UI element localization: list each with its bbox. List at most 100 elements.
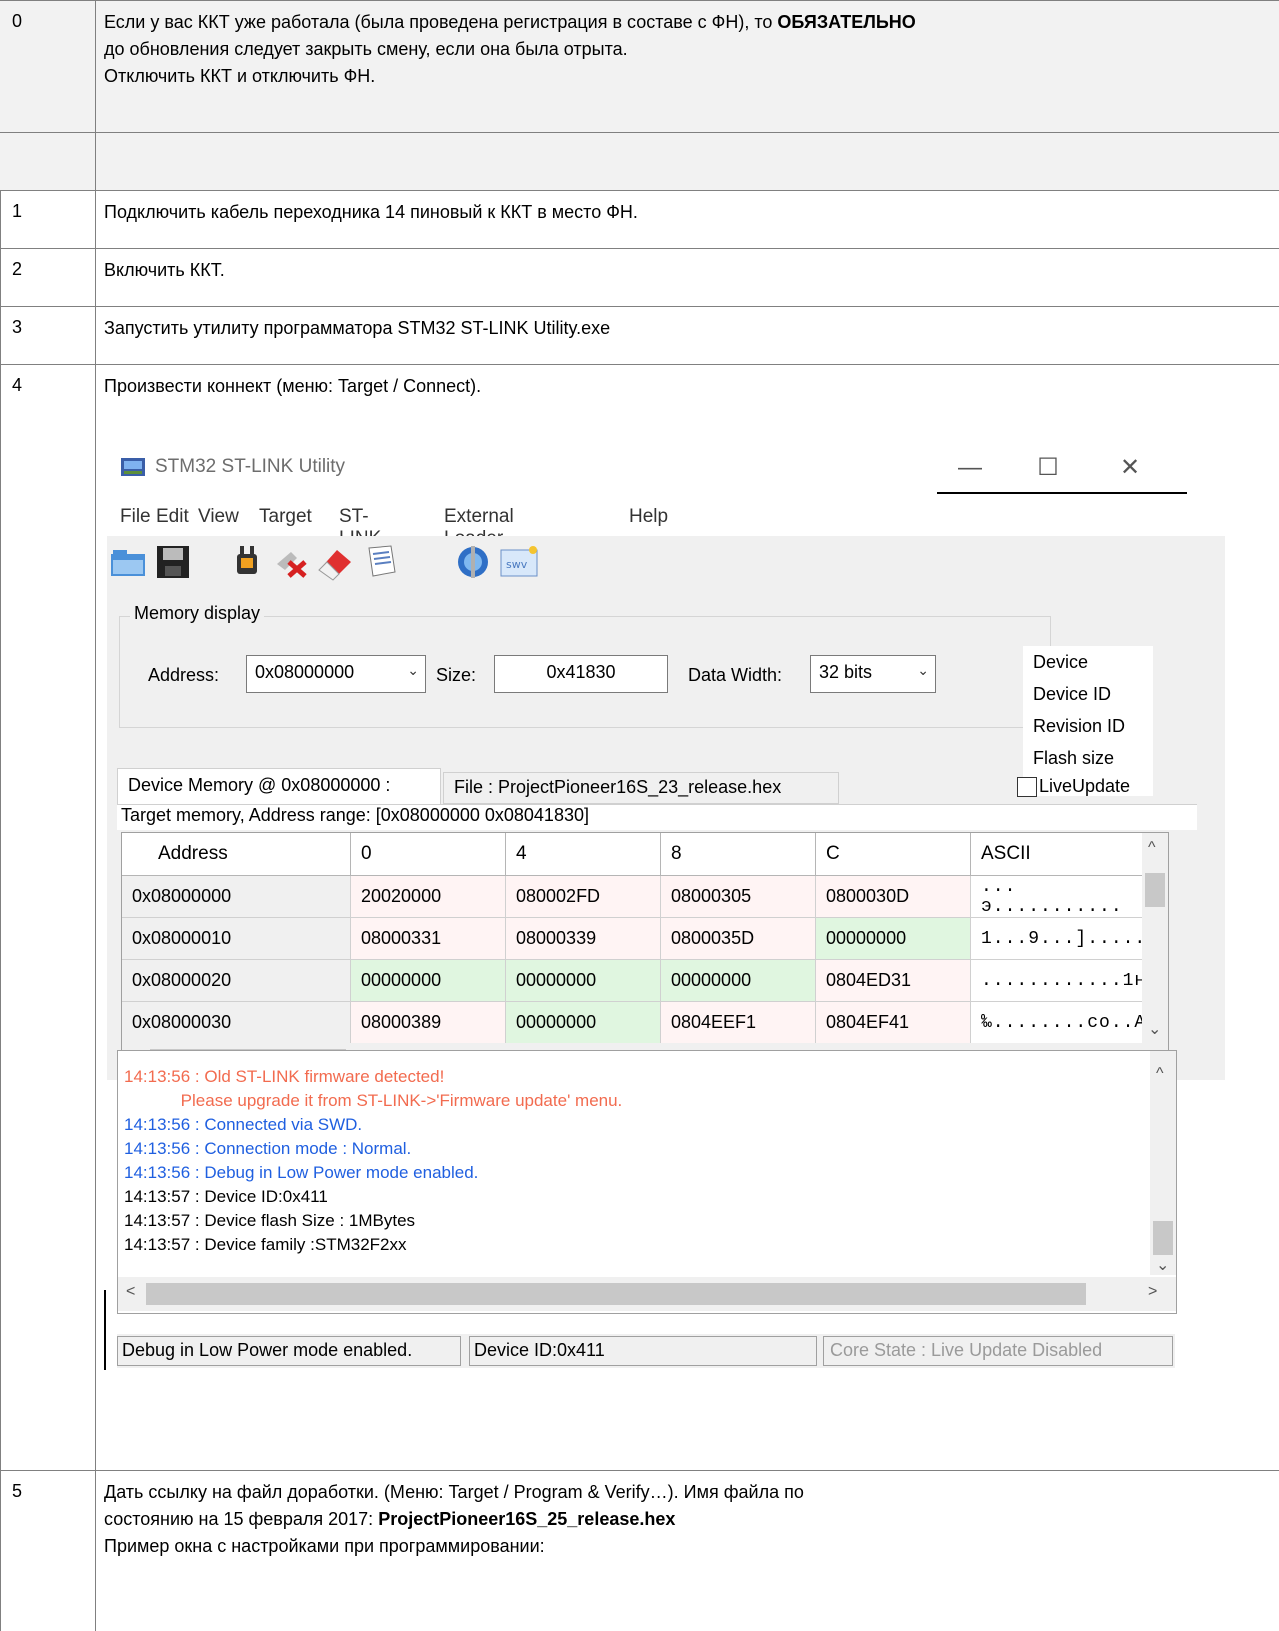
log-line: 14:13:57 : Device ID:0x411 bbox=[124, 1187, 328, 1206]
step-text-line: до обновления следует закрыть смену, есл… bbox=[104, 39, 628, 59]
program-verify-icon[interactable] bbox=[361, 542, 401, 582]
log-line: 14:13:56 : Debug in Low Power mode enabl… bbox=[124, 1163, 479, 1182]
cell-ascii: ‰........со..А bbox=[970, 1001, 1162, 1044]
step-text: Если у вас ККТ уже работала (была провед… bbox=[104, 9, 1275, 90]
log-line: 14:13:57 : Device family :STM32F2xx bbox=[124, 1235, 407, 1254]
memory-display-group: Memory display Address: 0x08000000 ⌄ Siz… bbox=[119, 603, 1051, 728]
table-row: 0x08000010 08000331 08000339 0800035D 000000… bbox=[122, 917, 1162, 960]
log-line: Please upgrade it from ST-LINK->'Firmwar… bbox=[124, 1091, 623, 1110]
stlink-window: STM32 ST-LINK Utility — ☐ ✕ File Edit Vi… bbox=[107, 440, 1225, 1082]
cell-value: 0800035D bbox=[660, 917, 816, 960]
cell-value: 00000000 bbox=[505, 1001, 661, 1044]
menu-view[interactable]: View bbox=[198, 506, 239, 528]
cell-value: 20020000 bbox=[350, 875, 506, 918]
col-header-address: Address bbox=[122, 833, 351, 876]
step-text: Дать ссылку на файл доработки. (Меню: Ta… bbox=[104, 1479, 1275, 1560]
log-line: 14:13:56 : Old ST-LINK firmware detected… bbox=[124, 1067, 445, 1086]
col-header-8: 8 bbox=[660, 833, 816, 876]
step-number: 5 bbox=[0, 1471, 96, 1631]
log-vertical-scrollbar[interactable]: ^ ⌄ bbox=[1150, 1051, 1176, 1275]
scroll-down-icon[interactable]: ⌄ bbox=[1148, 1019, 1161, 1039]
open-file-icon[interactable] bbox=[109, 542, 149, 582]
connect-icon[interactable] bbox=[227, 542, 267, 582]
scroll-right-icon[interactable]: > bbox=[1148, 1283, 1157, 1301]
checkbox-box[interactable] bbox=[1017, 777, 1037, 798]
memory-display-label: Memory display bbox=[130, 603, 265, 624]
minimize-icon[interactable]: — bbox=[947, 450, 993, 486]
step-text-bold: ОБЯЗАТЕЛЬНО bbox=[777, 12, 916, 32]
cell-value: 00000000 bbox=[505, 959, 661, 1002]
swv-icon[interactable]: swv bbox=[499, 542, 539, 582]
scroll-thumb[interactable] bbox=[1153, 1221, 1173, 1255]
live-update-label: LiveUpdate bbox=[1039, 776, 1131, 796]
size-input[interactable]: 0x41830 bbox=[494, 655, 668, 693]
scroll-thumb[interactable] bbox=[146, 1283, 1086, 1305]
live-update-checkbox[interactable]: LiveUpdate bbox=[1017, 776, 1131, 798]
step-text-line: Пример окна с настройками при программир… bbox=[104, 1536, 545, 1556]
menu-edit[interactable]: Edit bbox=[156, 506, 189, 528]
step-number bbox=[0, 133, 96, 190]
cell-ascii: ............1н. bbox=[970, 959, 1162, 1002]
scroll-up-icon[interactable]: ^ bbox=[1156, 1065, 1164, 1083]
erase-icon[interactable] bbox=[315, 542, 355, 582]
table-row-5: 5 Дать ссылку на файл доработки. (Меню: … bbox=[0, 1470, 1279, 1631]
chevron-down-icon: ⌄ bbox=[917, 662, 929, 678]
device-label: Device bbox=[1033, 652, 1089, 672]
cell-value: 08000305 bbox=[660, 875, 816, 918]
cell-address: 0x08000010 bbox=[122, 917, 351, 960]
tab-device-memory[interactable]: Device Memory @ 0x08000000 : bbox=[117, 768, 441, 804]
log-panel: 14:13:56 : Old ST-LINK firmware detected… bbox=[117, 1050, 1177, 1314]
save-icon[interactable] bbox=[153, 542, 193, 582]
size-label: Size: bbox=[436, 665, 477, 685]
step-text: Произвести коннект (меню: Target / Conne… bbox=[104, 376, 482, 396]
scroll-left-icon[interactable]: < bbox=[126, 1283, 135, 1301]
step-text-line: состоянию на 15 февраля 2017: bbox=[104, 1509, 379, 1529]
cell-address: 0x08000030 bbox=[122, 1001, 351, 1044]
tab-file[interactable]: File : ProjectPioneer16S_23_release.hex bbox=[443, 772, 839, 804]
log-text: 14:13:56 : Old ST-LINK firmware detected… bbox=[124, 1065, 622, 1257]
log-horizontal-scrollbar[interactable]: < > bbox=[118, 1277, 1176, 1311]
app-icon bbox=[121, 458, 145, 476]
divider-line bbox=[104, 1290, 106, 1370]
cell-ascii: ... э........... bbox=[970, 875, 1162, 918]
address-range-text: Target memory, Address range: [0x0800000… bbox=[117, 804, 1197, 830]
cell-value: 00000000 bbox=[815, 917, 971, 960]
table-row: 0x08000000 20020000 080002FD 08000305 080003… bbox=[122, 875, 1162, 918]
data-width-combo[interactable]: 32 bits ⌄ bbox=[810, 655, 936, 693]
cell-value: 08000389 bbox=[350, 1001, 506, 1044]
menu-help[interactable]: Help bbox=[629, 506, 668, 528]
device-info-panel: Device Device ID Revision ID Flash size bbox=[1023, 646, 1153, 796]
scroll-thumb[interactable] bbox=[1145, 873, 1165, 907]
scroll-up-icon[interactable]: ^ bbox=[1148, 839, 1156, 857]
settings-globe-icon[interactable] bbox=[453, 542, 493, 582]
step-text-line: Если у вас ККТ уже работала (была провед… bbox=[104, 12, 778, 32]
step-text: Подключить кабель переходника 14 пиновый… bbox=[104, 202, 638, 222]
close-icon[interactable]: ✕ bbox=[1107, 450, 1153, 486]
address-combo[interactable]: 0x08000000 ⌄ bbox=[246, 655, 426, 693]
table-row-3: 3 Запустить утилиту программатора STM32 … bbox=[0, 306, 1279, 364]
data-width-label: Data Width: bbox=[688, 665, 783, 685]
memory-vertical-scrollbar[interactable]: ^ ⌄ bbox=[1142, 833, 1168, 1043]
step-number: 1 bbox=[0, 191, 96, 248]
step-text-bold: ProjectPioneer16S_25_release.hex bbox=[378, 1509, 676, 1529]
cell-value: 0804ED31 bbox=[815, 959, 971, 1002]
menu-target[interactable]: Target bbox=[259, 506, 312, 528]
address-value: 0x08000000 bbox=[255, 662, 355, 682]
cell-value: 0804EF41 bbox=[815, 1001, 971, 1044]
status-device-id: Device ID:0x411 bbox=[469, 1336, 817, 1366]
step-text: Включить ККТ. bbox=[104, 260, 225, 280]
step-number: 0 bbox=[0, 1, 96, 132]
step-text: Запустить утилиту программатора STM32 ST… bbox=[104, 318, 611, 338]
maximize-icon[interactable]: ☐ bbox=[1025, 450, 1071, 486]
table-row: 0x08000020 00000000 00000000 00000000 0804ED… bbox=[122, 959, 1162, 1002]
menu-file[interactable]: File bbox=[120, 506, 151, 528]
scroll-down-icon[interactable]: ⌄ bbox=[1156, 1255, 1169, 1275]
cell-value: 0800030D bbox=[815, 875, 971, 918]
step-text-line: Отключить ККТ и отключить ФН. bbox=[104, 66, 376, 86]
memory-table: Address 0 4 8 C ASCII 0x08000000 20020000… bbox=[121, 832, 1169, 1082]
window-content: swv Memory display Address: 0x08000000 ⌄… bbox=[107, 536, 1225, 1082]
cell-value: 08000331 bbox=[350, 917, 506, 960]
disconnect-icon[interactable] bbox=[271, 542, 311, 582]
col-header-ascii: ASCII bbox=[970, 833, 1162, 876]
col-header-4: 4 bbox=[505, 833, 661, 876]
